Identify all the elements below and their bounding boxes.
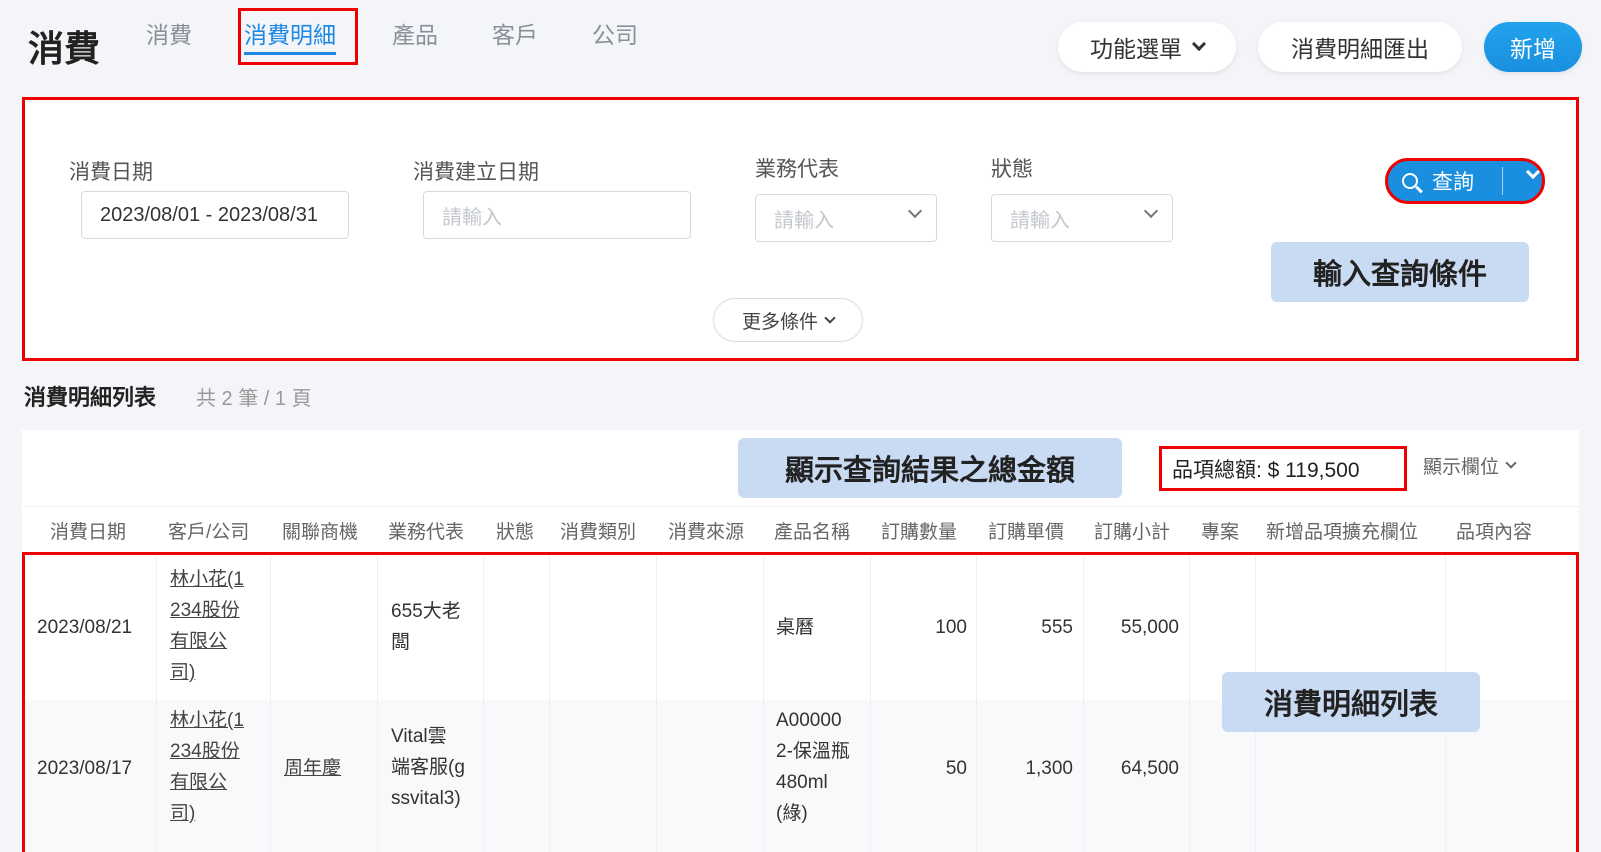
col-header-qty[interactable]: 訂購數量 [881,517,957,544]
tab-consume[interactable]: 消費 [146,18,192,52]
col-header-item-content[interactable]: 品項內容 [1456,517,1532,544]
table-body: 2023/08/21 林小花(1 234股份 有限公 司) 655大老 闆 桌曆… [22,552,1579,852]
consume-date-input[interactable]: 2023/08/01 - 2023/08/31 [81,191,349,239]
customer-line: 林小花(1 [170,569,244,590]
header-divider [22,506,1579,507]
row-product: A00000 2-保溫瓶 480ml (綠) [776,705,850,829]
rows-callout: 消費明細列表 [1222,672,1480,732]
col-header-category[interactable]: 消費類別 [560,517,636,544]
row-subtotal: 55,000 [1120,617,1179,638]
chevron-down-icon [1191,36,1207,52]
customer-line: 有限公 [170,772,228,793]
chevron-down-icon [1505,457,1517,469]
col-header-price[interactable]: 訂購單價 [988,517,1064,544]
row-date: 2023/08/17 [37,758,133,779]
consume-date-label: 消費日期 [69,161,153,184]
status-placeholder: 請輸入 [1010,209,1070,232]
search-divider [1502,167,1503,195]
customer-line: 司) [170,803,196,824]
active-tab-highlight [238,8,358,65]
row-product: 桌曆 [776,617,815,638]
col-header-product[interactable]: 產品名稱 [774,517,850,544]
col-header-sales-rep[interactable]: 業務代表 [388,517,464,544]
row-opportunity-link[interactable]: 周年慶 [284,753,341,784]
col-header-date[interactable]: 消費日期 [50,517,126,544]
display-columns-button[interactable]: 顯示欄位 [1423,452,1517,479]
row-price: 1,300 [1025,758,1073,779]
chevron-down-icon [907,203,923,219]
search-button[interactable]: 查詢 [1385,158,1545,204]
more-conditions-label: 更多條件 [741,311,818,333]
add-button[interactable]: 新增 [1484,22,1582,72]
col-header-opportunity[interactable]: 關聯商機 [282,517,358,544]
display-columns-label: 顯示欄位 [1423,457,1500,478]
created-date-label: 消費建立日期 [413,161,539,184]
customer-line: 234股份 [170,600,240,621]
more-conditions-button[interactable]: 更多條件 [713,298,863,342]
row-customer-link[interactable]: 林小花(1 234股份 有限公 司) [170,705,244,829]
tab-customer[interactable]: 客戶 [492,18,538,52]
function-menu-button[interactable]: 功能選單 [1058,22,1236,72]
col-header-customer[interactable]: 客戶/公司 [168,517,249,544]
product-line: (綠) [776,803,808,824]
row-date: 2023/08/21 [37,617,133,638]
col-header-status[interactable]: 狀態 [496,517,534,544]
export-label: 消費明細匯出 [1291,36,1429,62]
sales-rep-label: 業務代表 [755,158,839,181]
table-card: 顯示查詢結果之總金額 品項總額: $ 119,500 顯示欄位 消費日期 客戶/… [22,430,1579,852]
status-select[interactable]: 請輸入 [991,194,1173,242]
product-line: 2-保溫瓶 [776,741,850,762]
function-menu-label: 功能選單 [1090,36,1182,62]
total-callout: 顯示查詢結果之總金額 [738,438,1122,498]
tab-company[interactable]: 公司 [592,18,638,52]
sales-rep-line: ssvital3) [391,788,461,809]
status-label: 狀態 [991,158,1033,181]
chevron-down-icon [824,311,836,324]
col-header-project[interactable]: 專案 [1201,517,1239,544]
row-sales-rep: 655大老 闆 [391,596,461,658]
tab-product[interactable]: 產品 [392,18,438,52]
customer-line: 司) [170,662,196,683]
col-header-subtotal[interactable]: 訂購小計 [1094,517,1170,544]
sales-rep-line: 闆 [391,632,411,653]
customer-line: 234股份 [170,741,240,762]
list-title: 消費明細列表 [24,385,157,410]
sales-rep-select[interactable]: 請輸入 [755,194,937,242]
row-qty: 50 [945,758,967,779]
search-label: 查詢 [1432,171,1474,194]
product-line: A00000 [776,710,842,731]
page-title: 消費 [28,28,101,69]
row-subtotal: 64,500 [1120,758,1179,779]
add-label: 新增 [1510,36,1556,62]
row-price: 555 [1041,617,1073,638]
created-date-input[interactable]: 請輸入 [423,191,691,239]
sales-rep-line: 端客服(g [391,757,465,778]
customer-line: 林小花(1 [170,710,244,731]
row-customer-link[interactable]: 林小花(1 234股份 有限公 司) [170,564,244,688]
list-count: 共 2 筆 / 1 頁 [196,388,312,410]
col-header-source[interactable]: 消費來源 [668,517,744,544]
product-line: 480ml [776,772,828,793]
sales-rep-placeholder: 請輸入 [774,209,834,232]
customer-line: 有限公 [170,631,228,652]
search-icon [1402,173,1418,189]
chevron-down-icon [1143,203,1159,219]
col-header-extension[interactable]: 新增品項擴充欄位 [1266,517,1418,544]
chevron-down-icon[interactable] [1525,164,1541,180]
total-amount: 品項總額: $ 119,500 [1159,446,1407,491]
filter-panel: 消費日期 2023/08/01 - 2023/08/31 消費建立日期 請輸入 … [22,97,1579,361]
row-sales-rep: Vital雲 端客服(g ssvital3) [391,721,465,814]
filter-callout: 輸入查詢條件 [1271,242,1529,302]
row-qty: 100 [935,617,967,638]
export-button[interactable]: 消費明細匯出 [1258,22,1462,72]
sales-rep-line: Vital雲 [391,726,447,747]
sales-rep-line: 655大老 [391,601,461,622]
